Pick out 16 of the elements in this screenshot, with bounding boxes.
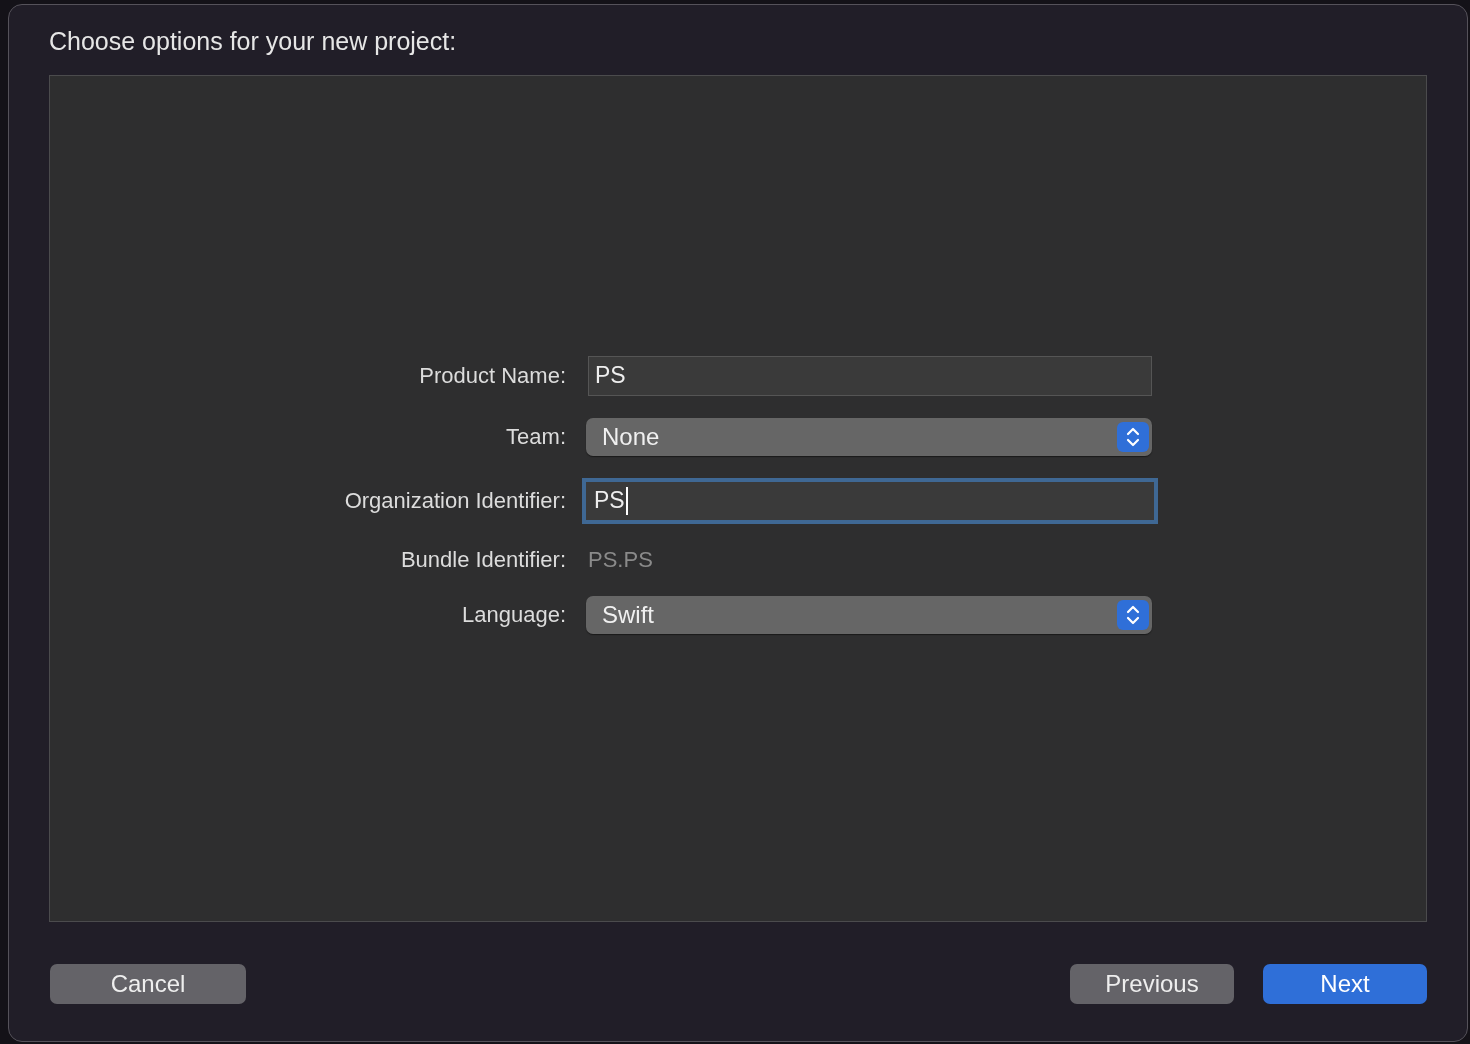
chevron-updown-icon xyxy=(1117,421,1149,452)
next-button[interactable]: Next xyxy=(1263,964,1427,1004)
window-title: Choose options for your new project: xyxy=(49,27,458,57)
field-label: Product Name: xyxy=(419,362,566,389)
text-field[interactable]: PS xyxy=(588,355,1152,396)
bundle-identifier-value: PS.PS xyxy=(587,545,654,574)
field-label: Organization Identifier: xyxy=(344,487,566,514)
popup-button[interactable]: None xyxy=(586,417,1152,456)
chevron-updown-icon xyxy=(1117,599,1149,630)
cancel-button[interactable]: Cancel xyxy=(50,964,246,1004)
field-label: Bundle Identifier: xyxy=(400,546,566,573)
field-label: Language: xyxy=(462,601,566,628)
popup-button[interactable]: Swift xyxy=(586,595,1152,634)
field-label: Team: xyxy=(506,423,566,450)
previous-button[interactable]: Previous xyxy=(1070,964,1234,1004)
text-field[interactable]: PS xyxy=(582,477,1158,524)
